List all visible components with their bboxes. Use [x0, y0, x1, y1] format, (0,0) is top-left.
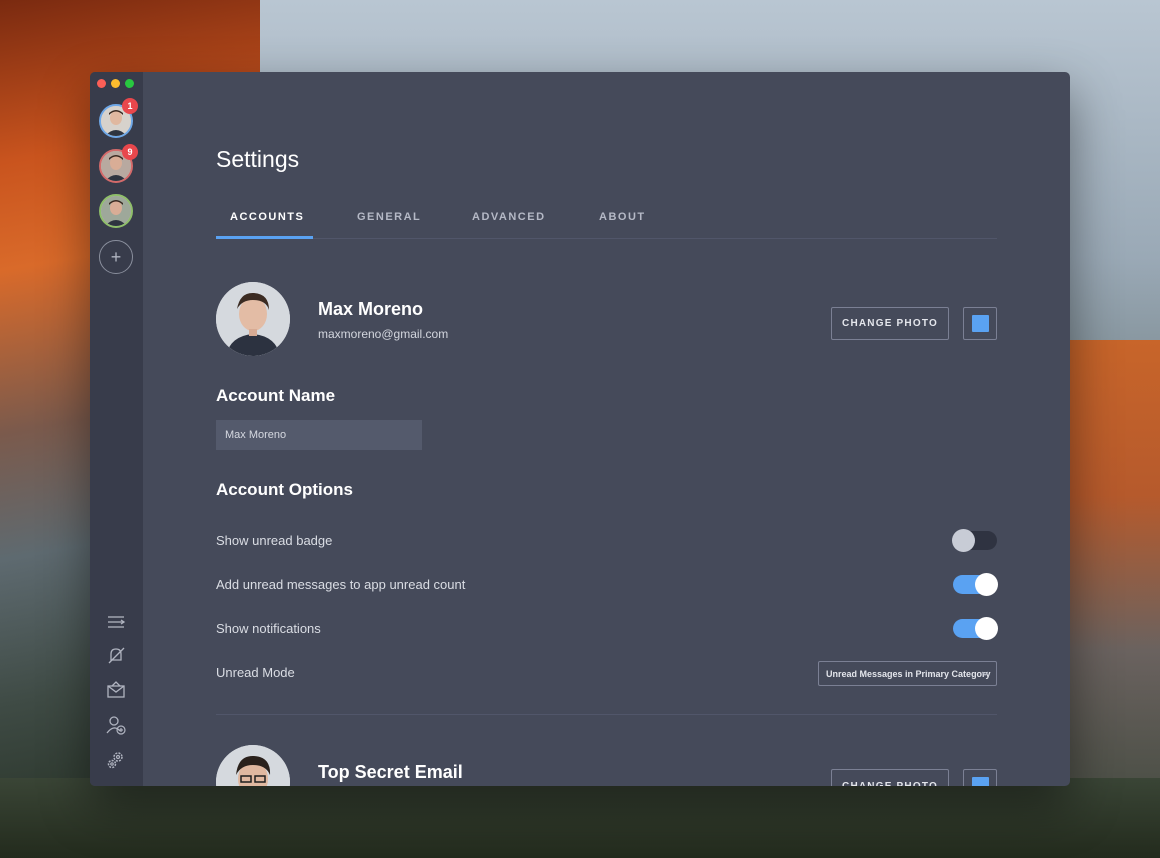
section-divider	[216, 714, 997, 715]
accounts-sidebar: 1 9 +	[90, 72, 143, 786]
account-options-heading: Account Options	[216, 480, 353, 499]
change-photo-button-2[interactable]: CHANGE PHOTO	[831, 769, 949, 786]
tab-about[interactable]: ABOUT	[599, 211, 646, 223]
color-swatch	[971, 315, 989, 332]
show-unread-badge-toggle[interactable]	[952, 529, 997, 552]
profile-email: maxmoreno@gmail.com	[318, 327, 449, 341]
unread-mode-value: Unread Messages in Primary Category	[826, 668, 991, 679]
profile-photo[interactable]	[216, 282, 290, 356]
zoom-window-button[interactable]	[125, 79, 134, 88]
account-name-heading: Account Name	[216, 386, 336, 405]
toggle-knob	[975, 573, 998, 596]
unread-badge: 9	[122, 144, 138, 160]
account-name-input[interactable]	[216, 420, 422, 450]
show-notifications-toggle[interactable]	[953, 617, 998, 640]
page-title: Settings	[216, 146, 300, 172]
minimize-window-button[interactable]	[111, 79, 120, 88]
profile-photo-2[interactable]	[216, 745, 290, 786]
tab-advanced[interactable]: ADVANCED	[472, 211, 546, 223]
account-color-button-2[interactable]	[963, 769, 997, 786]
profile-name-2: Top Secret Email	[318, 762, 463, 782]
do-not-disturb-icon[interactable]	[106, 645, 126, 665]
close-window-button[interactable]	[97, 79, 106, 88]
settings-icon[interactable]	[106, 750, 126, 770]
settings-panel: Settings ACCOUNTS GENERAL ADVANCED ABOUT…	[143, 72, 1070, 786]
settings-tabs: ACCOUNTS GENERAL ADVANCED ABOUT	[216, 209, 997, 239]
color-swatch	[971, 777, 989, 786]
option-label-add-unread-count: Add unread messages to app unread count	[216, 577, 466, 592]
menu-icon[interactable]	[106, 612, 126, 632]
toggle-knob	[952, 529, 975, 552]
option-label-show-unread-badge: Show unread badge	[216, 533, 333, 548]
unread-badge: 1	[122, 98, 138, 114]
person-avatar-icon	[216, 745, 290, 786]
account-color-button[interactable]	[963, 307, 997, 340]
person-avatar-icon	[216, 282, 290, 356]
chevron-down-icon	[981, 671, 989, 676]
person-avatar-icon	[101, 196, 131, 226]
unread-mode-select[interactable]: Unread Messages in Primary Category	[818, 661, 997, 686]
app-window: 1 9 + Settings ACCOUNTS GENERAL ADVANCED…	[90, 72, 1070, 786]
toggle-knob	[975, 617, 998, 640]
add-user-icon[interactable]	[106, 715, 126, 735]
envelope-icon[interactable]	[106, 680, 126, 700]
active-tab-indicator	[216, 236, 313, 239]
add-unread-count-toggle[interactable]	[953, 573, 998, 596]
option-label-show-notifications: Show notifications	[216, 621, 321, 636]
profile-name: Max Moreno	[318, 299, 424, 319]
change-photo-button[interactable]: CHANGE PHOTO	[831, 307, 949, 340]
unread-mode-label: Unread Mode	[216, 665, 295, 680]
account-avatar-3[interactable]	[99, 194, 133, 228]
add-account-button[interactable]: +	[99, 240, 133, 274]
tab-general[interactable]: GENERAL	[357, 211, 421, 223]
desktop-wallpaper-bottom	[0, 778, 1160, 858]
tab-accounts[interactable]: ACCOUNTS	[230, 211, 304, 223]
